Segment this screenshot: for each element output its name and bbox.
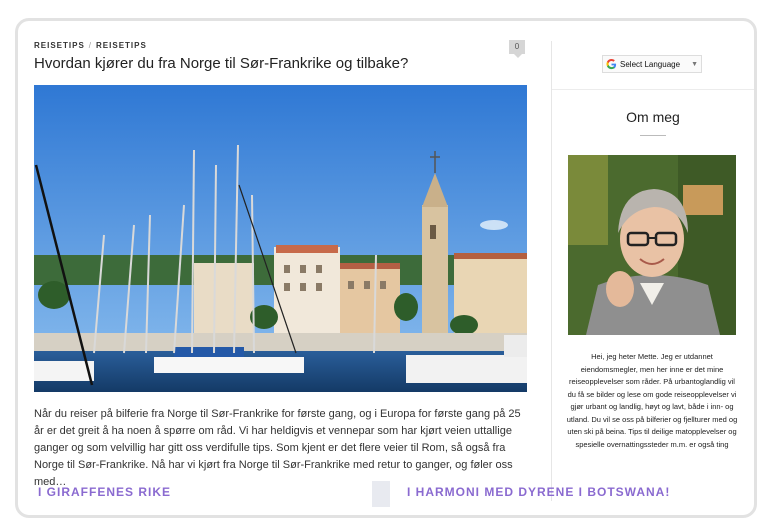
sidebar-separator [552,89,754,90]
nav-separator-box [372,481,390,507]
page-frame: REISETIPS / REISETIPS Hvordan kjører du fr… [15,18,757,518]
about-heading: Om meg [626,109,680,125]
next-post-link[interactable]: I HARMONI MED DYRENE I BOTSWANA! [407,485,670,499]
hero-image[interactable] [34,85,527,392]
language-select[interactable]: Select Language ▼ [602,55,702,73]
author-portrait [568,155,736,335]
post-header: REISETIPS / REISETIPS Hvordan kjører du fr… [34,41,530,72]
comment-count-badge[interactable]: 0 [509,40,525,58]
post-title[interactable]: Hvordan kjører du fra Norge til Sør-Fran… [34,55,530,72]
category-link[interactable]: REISETIPS [96,41,147,50]
google-icon [606,58,617,69]
category-link[interactable]: REISETIPS [34,41,85,50]
dropdown-arrow-icon: ▼ [691,60,698,68]
heading-underline [640,135,666,136]
breadcrumb: REISETIPS / REISETIPS [34,41,147,50]
post-excerpt: Når du reiser på bilferie fra Norge til … [34,408,521,488]
post-navigation: I GIRAFFENES RIKE I HARMONI MED DYRENE I… [18,481,754,515]
previous-post-link[interactable]: I GIRAFFENES RIKE [38,485,171,499]
language-select-label: Select Language [620,59,681,69]
author-bio: Hei, jeg heter Mette. Jeg er utdannet ei… [566,352,738,449]
